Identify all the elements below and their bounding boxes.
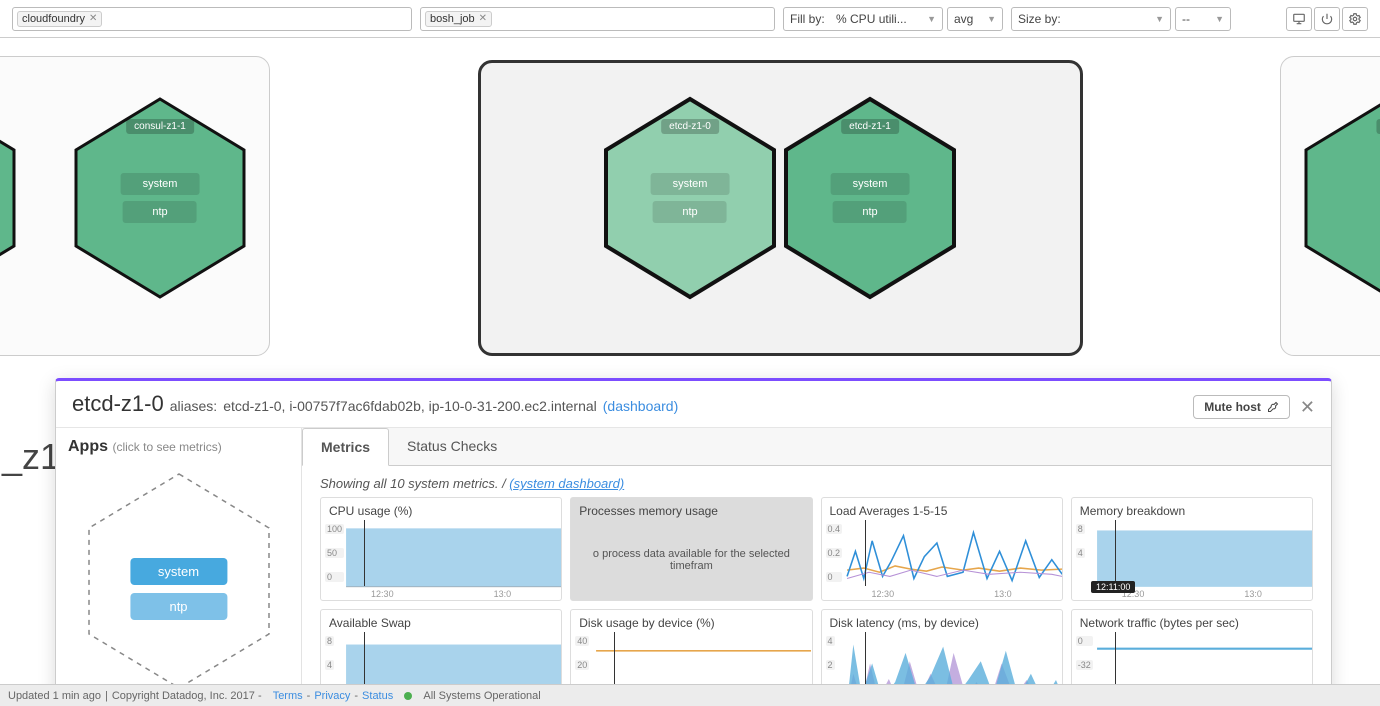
time-cursor [865, 520, 866, 586]
footer-link-status[interactable]: Status [362, 690, 393, 702]
panel-main: Metrics Status Checks Showing all 10 sys… [302, 428, 1331, 697]
card-title: Memory breakdown [1072, 498, 1312, 520]
hex-app[interactable]: system [651, 173, 730, 195]
sidebar-app-button[interactable]: ntp [130, 593, 227, 620]
host-title: etcd-z1-0 [72, 391, 164, 417]
gear-icon[interactable] [1342, 7, 1368, 31]
mute-label: Mute host [1204, 400, 1261, 414]
footer-link-terms[interactable]: Terms [273, 690, 303, 702]
caret-down-icon: ▼ [987, 14, 996, 24]
size-agg-select[interactable]: -- ▼ [1175, 7, 1231, 31]
hex-label: ap [1376, 119, 1380, 134]
host-detail-panel: etcd-z1-0 aliases: etcd-z1-0, i-00757f7a… [55, 378, 1332, 698]
metric-card[interactable]: Processes memory usage o process data av… [570, 497, 812, 601]
panel-header: etcd-z1-0 aliases: etcd-z1-0, i-00757f7a… [56, 381, 1331, 428]
remove-tag-icon[interactable]: ✕ [479, 13, 487, 24]
apps-hint: (click to see metrics) [112, 440, 221, 454]
system-dashboard-link[interactable]: (system dashboard) [509, 476, 624, 491]
hex-app[interactable]: ntp [123, 201, 197, 223]
metric-card[interactable]: Memory breakdown 84 12:3013:0 12:11:00 [1071, 497, 1313, 601]
sidebar-hex: system ntp [79, 466, 279, 687]
metric-card[interactable]: Load Averages 1-5-15 0.40.20 12:3013:0 [821, 497, 1063, 601]
host-hex[interactable]: ap [1300, 93, 1380, 303]
hex-app[interactable]: ntp [653, 201, 727, 223]
footer: Updated 1 min ago | Copyright Datadog, I… [0, 684, 1380, 706]
time-tooltip: 12:11:00 [1091, 581, 1135, 593]
size-label: Size by: [1018, 12, 1061, 26]
caret-down-icon: ▼ [1155, 14, 1164, 24]
card-title: Network traffic (bytes per sec) [1072, 610, 1312, 632]
status-dot-icon [404, 692, 412, 700]
fill-value: % CPU utili... [836, 12, 907, 26]
panel-sidebar: Apps (click to see metrics) system ntp [56, 428, 302, 697]
group-tagbox[interactable]: bosh_job ✕ [420, 7, 775, 31]
time-cursor [1115, 520, 1116, 586]
tabs: Metrics Status Checks [302, 428, 1331, 466]
size-select[interactable]: Size by: ▼ [1011, 7, 1171, 31]
size-group: Size by: ▼ -- ▼ [1011, 7, 1231, 31]
card-title: Load Averages 1-5-15 [822, 498, 1062, 520]
card-title: Disk latency (ms, by device) [822, 610, 1062, 632]
footer-link-privacy[interactable]: Privacy [314, 690, 350, 702]
tag-label: bosh_job [430, 13, 475, 25]
hex-app[interactable]: ntp [833, 201, 907, 223]
fill-select[interactable]: Fill by: % CPU utili... ▼ [783, 7, 943, 31]
time-cursor [364, 520, 365, 586]
mute-host-button[interactable]: Mute host [1193, 395, 1290, 419]
card-title: CPU usage (%) [321, 498, 561, 520]
filter-tag[interactable]: cloudfoundry ✕ [17, 11, 102, 27]
size-agg: -- [1182, 12, 1190, 26]
copyright: Copyright Datadog, Inc. 2017 - [112, 690, 262, 702]
group-tag[interactable]: bosh_job ✕ [425, 11, 492, 27]
fill-label: Fill by: [790, 12, 825, 26]
card-title: Available Swap [321, 610, 561, 632]
fill-group: Fill by: % CPU utili... ▼ avg ▼ [783, 7, 1003, 31]
tab-metrics[interactable]: Metrics [302, 428, 389, 466]
power-icon[interactable] [1314, 7, 1340, 31]
updated-text: Updated 1 min ago [8, 690, 101, 702]
wrench-icon [1267, 401, 1279, 413]
host-hex[interactable]: -0 system ntp [0, 93, 20, 303]
agg-value: avg [954, 12, 973, 26]
close-icon[interactable]: ✕ [1300, 397, 1315, 418]
hex-label: etcd-z1-0 [661, 119, 719, 134]
host-hex-selected[interactable]: etcd-z1-0 system ntp [600, 93, 780, 303]
alias-label: aliases: [170, 398, 217, 414]
metrics-grid: CPU usage (%) 100500 12:3013:0 [302, 497, 1331, 697]
metric-card[interactable]: CPU usage (%) 100500 12:3013:0 [320, 497, 562, 601]
caret-down-icon: ▼ [927, 14, 936, 24]
fill-agg-select[interactable]: avg ▼ [947, 7, 1003, 31]
caret-down-icon: ▼ [1215, 14, 1224, 24]
card-title: Processes memory usage [571, 498, 811, 520]
hex-app[interactable]: system [121, 173, 200, 195]
tag-label: cloudfoundry [22, 13, 85, 25]
metrics-summary: Showing all 10 system metrics. / (system… [302, 466, 1331, 497]
metrics-text: Showing all 10 system metrics. [320, 476, 498, 491]
hex-label: consul-z1-1 [126, 119, 194, 134]
dashboard-link[interactable]: (dashboard) [603, 398, 679, 414]
remove-tag-icon[interactable]: ✕ [89, 13, 97, 24]
tab-status-checks[interactable]: Status Checks [389, 428, 515, 465]
filter-tagbox[interactable]: cloudfoundry ✕ [12, 7, 412, 31]
alias-value: etcd-z1-0, i-00757f7ac6fdab02b, ip-10-0-… [223, 398, 597, 414]
toolbar-icons [1286, 7, 1368, 31]
host-hex[interactable]: etcd-z1-1 system ntp [780, 93, 960, 303]
hostmap-canvas[interactable]: _z1 -0 system ntp consul-z1-1 system ntp… [0, 38, 1380, 698]
status-text: All Systems Operational [423, 690, 540, 702]
hex-label: etcd-z1-1 [841, 119, 899, 134]
sidebar-app-button[interactable]: system [130, 558, 227, 585]
empty-message: o process data available for the selecte… [577, 548, 805, 572]
hex-app[interactable]: system [831, 173, 910, 195]
card-title: Disk usage by device (%) [571, 610, 811, 632]
apps-title: Apps [68, 438, 108, 455]
group-label: _z1 [2, 436, 60, 478]
host-hex[interactable]: consul-z1-1 system ntp [70, 93, 250, 303]
toolbar: cloudfoundry ✕ bosh_job ✕ Fill by: % CPU… [0, 0, 1380, 38]
monitor-icon[interactable] [1286, 7, 1312, 31]
